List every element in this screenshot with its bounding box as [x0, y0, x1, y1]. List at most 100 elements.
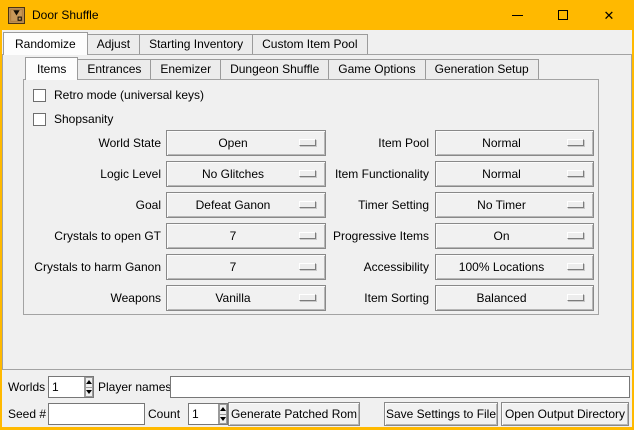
save-settings-button[interactable]: Save Settings to File: [384, 402, 498, 426]
dropdown-indicator-icon: [567, 263, 584, 270]
weapons-value: Vanilla: [215, 291, 250, 305]
close-button[interactable]: ✕: [586, 0, 632, 30]
subtab-generation-setup[interactable]: Generation Setup: [425, 59, 539, 79]
shopsanity-label: Shopsanity: [54, 112, 113, 126]
count-spin-up-button[interactable]: [219, 404, 227, 414]
item-sorting-label: Item Sorting: [326, 285, 435, 311]
crystals-gt-value: 7: [230, 229, 237, 243]
seed-label: Seed #: [8, 403, 46, 425]
main-tabbar: Randomize Adjust Starting Inventory Cust…: [3, 32, 368, 55]
goal-value: Defeat Ganon: [196, 198, 271, 212]
world-state-dropdown[interactable]: Open: [166, 130, 326, 156]
subtab-enemizer[interactable]: Enemizer: [150, 59, 221, 79]
crystals-ganon-dropdown[interactable]: 7: [166, 254, 326, 280]
shopsanity-option[interactable]: Shopsanity: [33, 111, 113, 127]
item-sorting-dropdown[interactable]: Balanced: [435, 285, 594, 311]
goal-dropdown[interactable]: Defeat Ganon: [166, 192, 326, 218]
client-area: Randomize Adjust Starting Inventory Cust…: [2, 30, 632, 427]
item-functionality-value: Normal: [482, 167, 521, 181]
progressive-items-label: Progressive Items: [326, 223, 435, 249]
item-pool-dropdown[interactable]: Normal: [435, 130, 594, 156]
items-pane: Retro mode (universal keys) Shopsanity W…: [23, 79, 599, 315]
count-input[interactable]: [189, 404, 218, 424]
retro-mode-label: Retro mode (universal keys): [54, 88, 204, 102]
maximize-button[interactable]: [540, 0, 586, 30]
world-state-value: Open: [218, 136, 247, 150]
timer-setting-label: Timer Setting: [326, 192, 435, 218]
dropdown-indicator-icon: [567, 139, 584, 146]
dropdown-indicator-icon: [299, 139, 316, 146]
close-icon: ✕: [604, 9, 615, 22]
count-spinbox[interactable]: [188, 403, 228, 425]
accessibility-dropdown[interactable]: 100% Locations: [435, 254, 594, 280]
worlds-label: Worlds: [8, 376, 45, 398]
weapons-dropdown[interactable]: Vanilla: [166, 285, 326, 311]
accessibility-value: 100% Locations: [459, 260, 544, 274]
tab-custom-item-pool[interactable]: Custom Item Pool: [252, 34, 367, 54]
window-title: Door Shuffle: [32, 8, 99, 22]
dropdown-indicator-icon: [299, 201, 316, 208]
goal-label: Goal: [24, 192, 166, 218]
item-functionality-label: Item Functionality: [326, 161, 435, 187]
timer-setting-dropdown[interactable]: No Timer: [435, 192, 594, 218]
player-names-input[interactable]: [170, 376, 630, 398]
randomize-pane: Items Entrances Enemizer Dungeon Shuffle…: [2, 54, 632, 370]
count-spin-down-button[interactable]: [219, 414, 227, 425]
retro-mode-checkbox[interactable]: [33, 89, 46, 102]
titlebar: Door Shuffle ✕: [0, 0, 634, 30]
crystals-ganon-label: Crystals to harm Ganon: [24, 254, 166, 280]
subtab-game-options[interactable]: Game Options: [328, 59, 425, 79]
seed-input[interactable]: [48, 403, 145, 425]
item-functionality-dropdown[interactable]: Normal: [435, 161, 594, 187]
dropdown-indicator-icon: [299, 294, 316, 301]
down-triangle-icon: [86, 390, 92, 394]
progressive-items-dropdown[interactable]: On: [435, 223, 594, 249]
item-pool-value: Normal: [482, 136, 521, 150]
worlds-spin-arrows: [84, 377, 93, 397]
subtab-entrances[interactable]: Entrances: [77, 59, 151, 79]
dropdown-indicator-icon: [299, 232, 316, 239]
accessibility-label: Accessibility: [326, 254, 435, 280]
maximize-icon: [558, 10, 568, 20]
retro-mode-option[interactable]: Retro mode (universal keys): [33, 87, 204, 103]
worlds-spin-up-button[interactable]: [85, 377, 93, 387]
tab-randomize[interactable]: Randomize: [3, 32, 88, 55]
logic-level-value: No Glitches: [202, 167, 264, 181]
window-controls: ✕: [494, 0, 632, 30]
timer-setting-value: No Timer: [477, 198, 526, 212]
dropdown-indicator-icon: [567, 232, 584, 239]
item-pool-label: Item Pool: [326, 130, 435, 156]
subtab-items[interactable]: Items: [25, 57, 78, 80]
minimize-icon: [512, 15, 523, 16]
minimize-button[interactable]: [494, 0, 540, 30]
crystals-ganon-value: 7: [230, 260, 237, 274]
up-triangle-icon: [86, 380, 92, 384]
shopsanity-checkbox[interactable]: [33, 113, 46, 126]
logic-level-label: Logic Level: [24, 161, 166, 187]
world-state-label: World State: [24, 130, 166, 156]
logic-level-dropdown[interactable]: No Glitches: [166, 161, 326, 187]
worlds-spinbox[interactable]: [48, 376, 94, 398]
count-spin-arrows: [218, 404, 227, 424]
player-names-label: Player names: [98, 376, 171, 398]
dropdown-indicator-icon: [567, 294, 584, 301]
crystals-gt-dropdown[interactable]: 7: [166, 223, 326, 249]
up-triangle-icon: [220, 407, 226, 411]
dropdown-indicator-icon: [299, 263, 316, 270]
subtab-dungeon-shuffle[interactable]: Dungeon Shuffle: [220, 59, 329, 79]
dropdown-indicator-icon: [299, 170, 316, 177]
door-icon: [8, 7, 25, 24]
dropdown-indicator-icon: [567, 170, 584, 177]
count-label: Count: [148, 403, 180, 425]
progressive-items-value: On: [493, 229, 509, 243]
down-triangle-icon: [220, 417, 226, 421]
generate-patched-rom-button[interactable]: Generate Patched Rom: [228, 402, 360, 426]
weapons-label: Weapons: [24, 285, 166, 311]
crystals-gt-label: Crystals to open GT: [24, 223, 166, 249]
app-window: Door Shuffle ✕ Randomize Adjust Starting…: [0, 0, 634, 430]
worlds-spin-down-button[interactable]: [85, 387, 93, 398]
worlds-input[interactable]: [49, 377, 84, 397]
open-output-directory-button[interactable]: Open Output Directory: [501, 402, 629, 426]
tab-adjust[interactable]: Adjust: [87, 34, 140, 54]
tab-starting-inventory[interactable]: Starting Inventory: [139, 34, 253, 54]
